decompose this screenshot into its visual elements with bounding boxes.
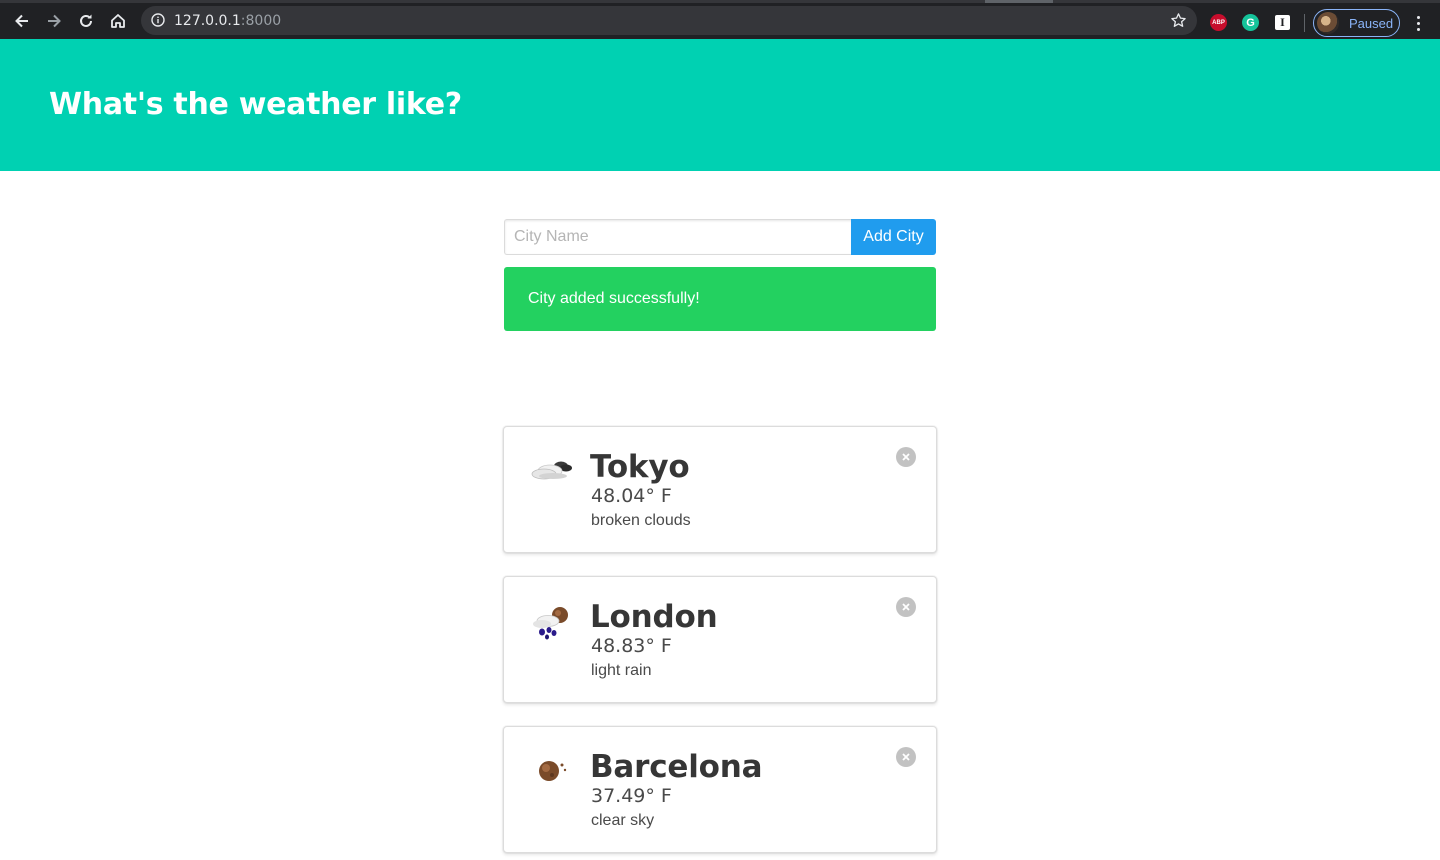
notification-message: City added successfully! — [528, 290, 700, 307]
profile-button[interactable]: Paused — [1313, 9, 1400, 37]
avatar — [1317, 12, 1339, 34]
adblock-extension-icon[interactable]: ABP — [1210, 14, 1227, 31]
info-icon[interactable] — [151, 13, 165, 27]
delete-city-button[interactable] — [896, 747, 916, 767]
reload-button[interactable] — [74, 9, 98, 33]
delete-city-button[interactable] — [896, 447, 916, 467]
close-icon — [902, 603, 910, 611]
instapaper-extension-icon[interactable]: I — [1275, 15, 1290, 30]
close-icon — [902, 453, 910, 461]
profile-status: Paused — [1349, 15, 1394, 31]
url-text: 127.0.0.1:8000 — [174, 13, 281, 29]
bookmark-star-icon[interactable] — [1170, 12, 1187, 29]
reload-icon — [80, 14, 92, 27]
browser-menu-icon[interactable] — [1410, 13, 1426, 33]
hero-banner: What's the weather like? — [0, 39, 1440, 171]
home-icon — [111, 14, 125, 28]
tab-indicator — [985, 0, 1053, 3]
close-icon — [902, 753, 910, 761]
clear-sky-night-icon — [528, 749, 576, 797]
forward-arrow-icon — [48, 14, 61, 28]
city-card: Barcelona 37.49° F clear sky — [503, 726, 937, 853]
city-name: Barcelona — [590, 749, 763, 785]
broken-clouds-icon — [528, 449, 576, 497]
back-arrow-icon — [15, 14, 28, 28]
city-description: broken clouds — [591, 512, 691, 529]
city-name: Tokyo — [590, 449, 690, 485]
city-temperature: 48.83° F — [591, 635, 672, 657]
grammarly-label: G — [1246, 16, 1255, 29]
address-bar[interactable]: 127.0.0.1:8000 — [141, 6, 1197, 35]
browser-toolbar: 127.0.0.1:8000 ABP G I Paused — [0, 0, 1440, 39]
city-temperature: 37.49° F — [591, 785, 672, 807]
adblock-label: ABP — [1212, 19, 1225, 26]
light-rain-icon — [528, 599, 576, 647]
home-button[interactable] — [106, 9, 130, 33]
url-host: 127.0.0.1 — [174, 13, 241, 29]
city-card: Tokyo 48.04° F broken clouds — [503, 426, 937, 553]
instapaper-label: I — [1280, 15, 1285, 29]
toolbar-divider — [1304, 14, 1305, 32]
url-port: :8000 — [240, 13, 282, 29]
city-temperature: 48.04° F — [591, 485, 672, 507]
city-description: light rain — [591, 662, 652, 679]
forward-button[interactable] — [42, 9, 66, 33]
city-description: clear sky — [591, 812, 655, 829]
delete-city-button[interactable] — [896, 597, 916, 617]
city-card: London 48.83° F light rain — [503, 576, 937, 703]
add-city-button[interactable]: Add City — [851, 219, 936, 255]
city-name: London — [590, 599, 718, 635]
grammarly-extension-icon[interactable]: G — [1242, 14, 1259, 31]
success-notification: City added successfully! — [504, 267, 936, 331]
back-button[interactable] — [10, 9, 34, 33]
city-name-input[interactable] — [504, 219, 852, 255]
page-title: What's the weather like? — [49, 87, 462, 122]
